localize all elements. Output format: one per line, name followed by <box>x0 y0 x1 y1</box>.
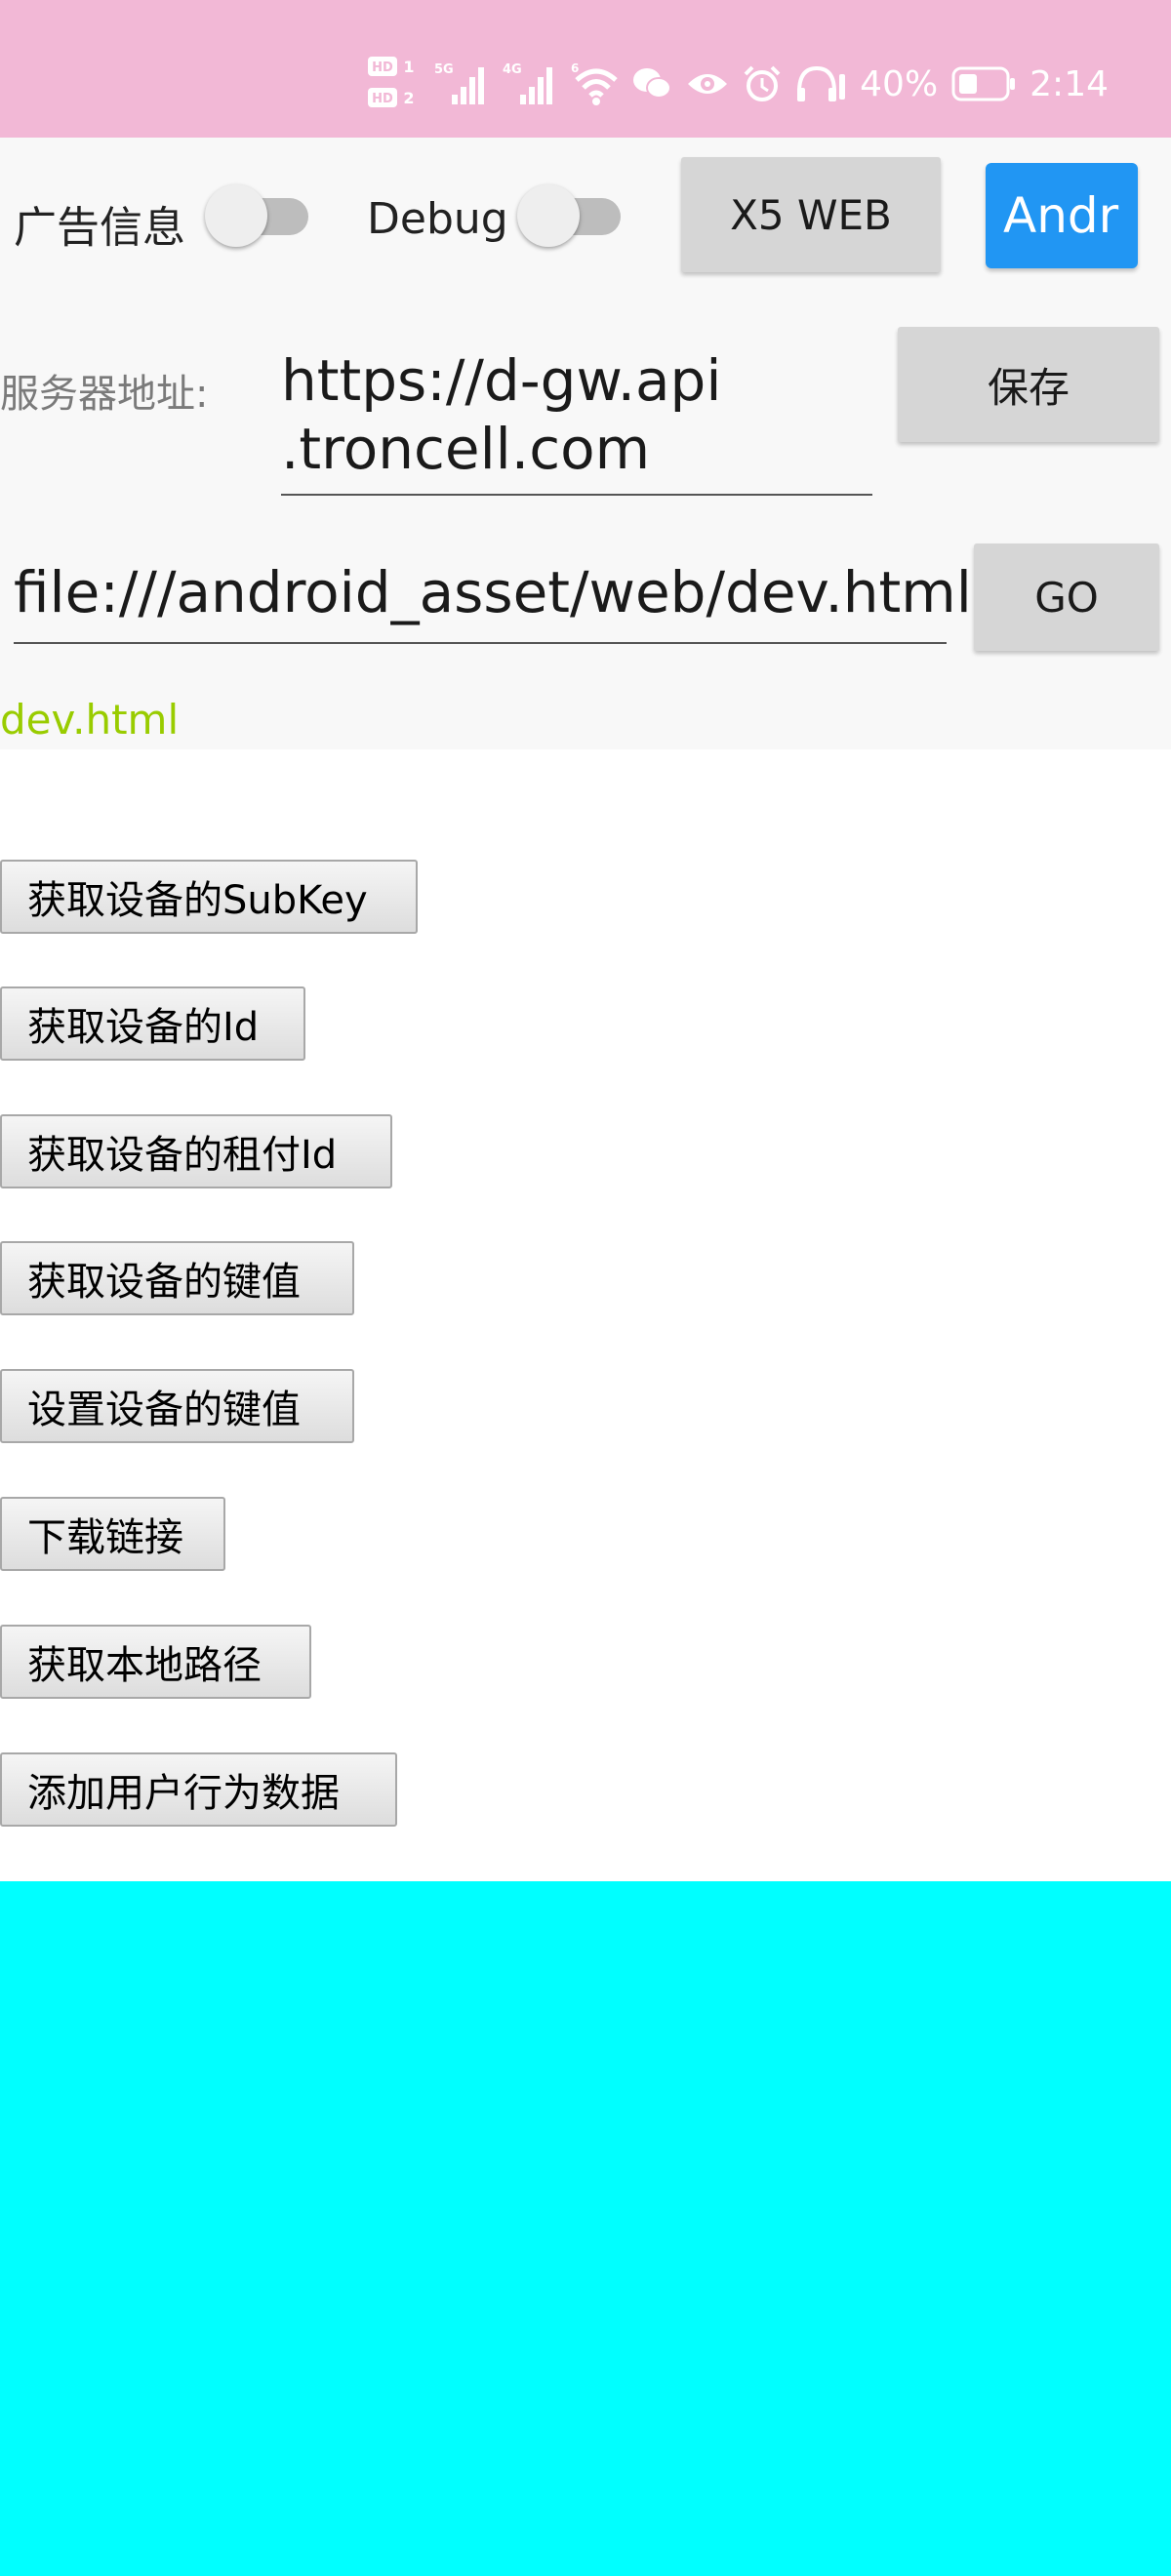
set-key-value-button[interactable]: 设置设备的键值 <box>0 1369 354 1443</box>
5g-signal-icon: 5G <box>434 60 489 108</box>
cyan-block <box>0 1881 1171 2576</box>
clock-time: 2:14 <box>1030 63 1109 104</box>
svg-text:6: 6 <box>571 61 579 75</box>
x5-web-button[interactable]: X5 WEB <box>681 157 941 272</box>
get-local-path-button[interactable]: 获取本地路径 <box>0 1625 311 1699</box>
add-user-behavior-button[interactable]: 添加用户行为数据 <box>0 1752 397 1827</box>
web-view: 获取设备的SubKey 获取设备的Id 获取设备的租付Id 获取设备的键值 设置… <box>0 749 1171 1881</box>
hd-sim-icon: HD 1 HD 2 <box>366 55 421 113</box>
wifi-icon: 6 <box>571 60 618 107</box>
url-input-underline <box>14 642 947 644</box>
get-subkey-button[interactable]: 获取设备的SubKey <box>0 860 418 934</box>
svg-text:2: 2 <box>404 89 415 107</box>
android-button[interactable]: Andr <box>986 163 1138 268</box>
server-address-underline <box>281 494 872 496</box>
android-button-label: Andr <box>1003 187 1119 244</box>
status-bar: HD 1 HD 2 5G 4G 6 40% 2:14 <box>0 0 1171 138</box>
svg-text:HD: HD <box>372 60 393 75</box>
server-address-line2: .troncell.com <box>281 416 651 482</box>
battery-icon <box>951 66 1016 101</box>
battery-percent: 40% <box>860 63 939 104</box>
url-input-value: file:///android_asset/web/dev.html <box>14 559 972 625</box>
server-address-input[interactable]: https://d-gw.api .troncell.com <box>281 346 872 483</box>
svg-text:HD: HD <box>372 92 393 106</box>
debug-label: Debug <box>367 194 508 244</box>
wechat-icon <box>631 64 672 103</box>
url-input[interactable]: file:///android_asset/web/dev.html <box>14 559 972 625</box>
save-button[interactable]: 保存 <box>898 327 1159 442</box>
svg-text:1: 1 <box>404 58 415 76</box>
debug-switch[interactable] <box>517 184 623 247</box>
save-button-label: 保存 <box>987 363 1070 412</box>
go-button-label: GO <box>1034 573 1099 622</box>
status-icons: HD 1 HD 2 5G 4G 6 40% 2:14 <box>366 55 1109 113</box>
svg-text:4G: 4G <box>503 62 522 77</box>
get-device-id-button[interactable]: 获取设备的Id <box>0 986 305 1061</box>
server-address-line1: https://d-gw.api <box>281 347 722 414</box>
alarm-icon <box>743 64 782 103</box>
x5-web-button-label: X5 WEB <box>730 190 892 239</box>
ad-info-switch[interactable] <box>205 184 310 247</box>
get-key-value-button[interactable]: 获取设备的键值 <box>0 1241 354 1315</box>
svg-text:5G: 5G <box>434 62 454 77</box>
switch-thumb <box>205 184 267 247</box>
get-rent-id-button[interactable]: 获取设备的租付Id <box>0 1114 392 1188</box>
settings-panel: 广告信息 Debug X5 WEB Andr 服务器地址: https://d-… <box>0 138 1171 749</box>
switch-thumb <box>517 184 580 247</box>
4g-signal-icon: 4G <box>503 60 557 108</box>
ad-info-label: 广告信息 <box>14 203 185 253</box>
server-address-label: 服务器地址: <box>0 372 209 417</box>
headphones-icon <box>795 64 846 103</box>
go-button[interactable]: GO <box>974 543 1159 651</box>
page-name-label: dev.html <box>0 696 180 744</box>
download-link-button[interactable]: 下载链接 <box>0 1497 225 1571</box>
eye-icon <box>686 69 729 99</box>
